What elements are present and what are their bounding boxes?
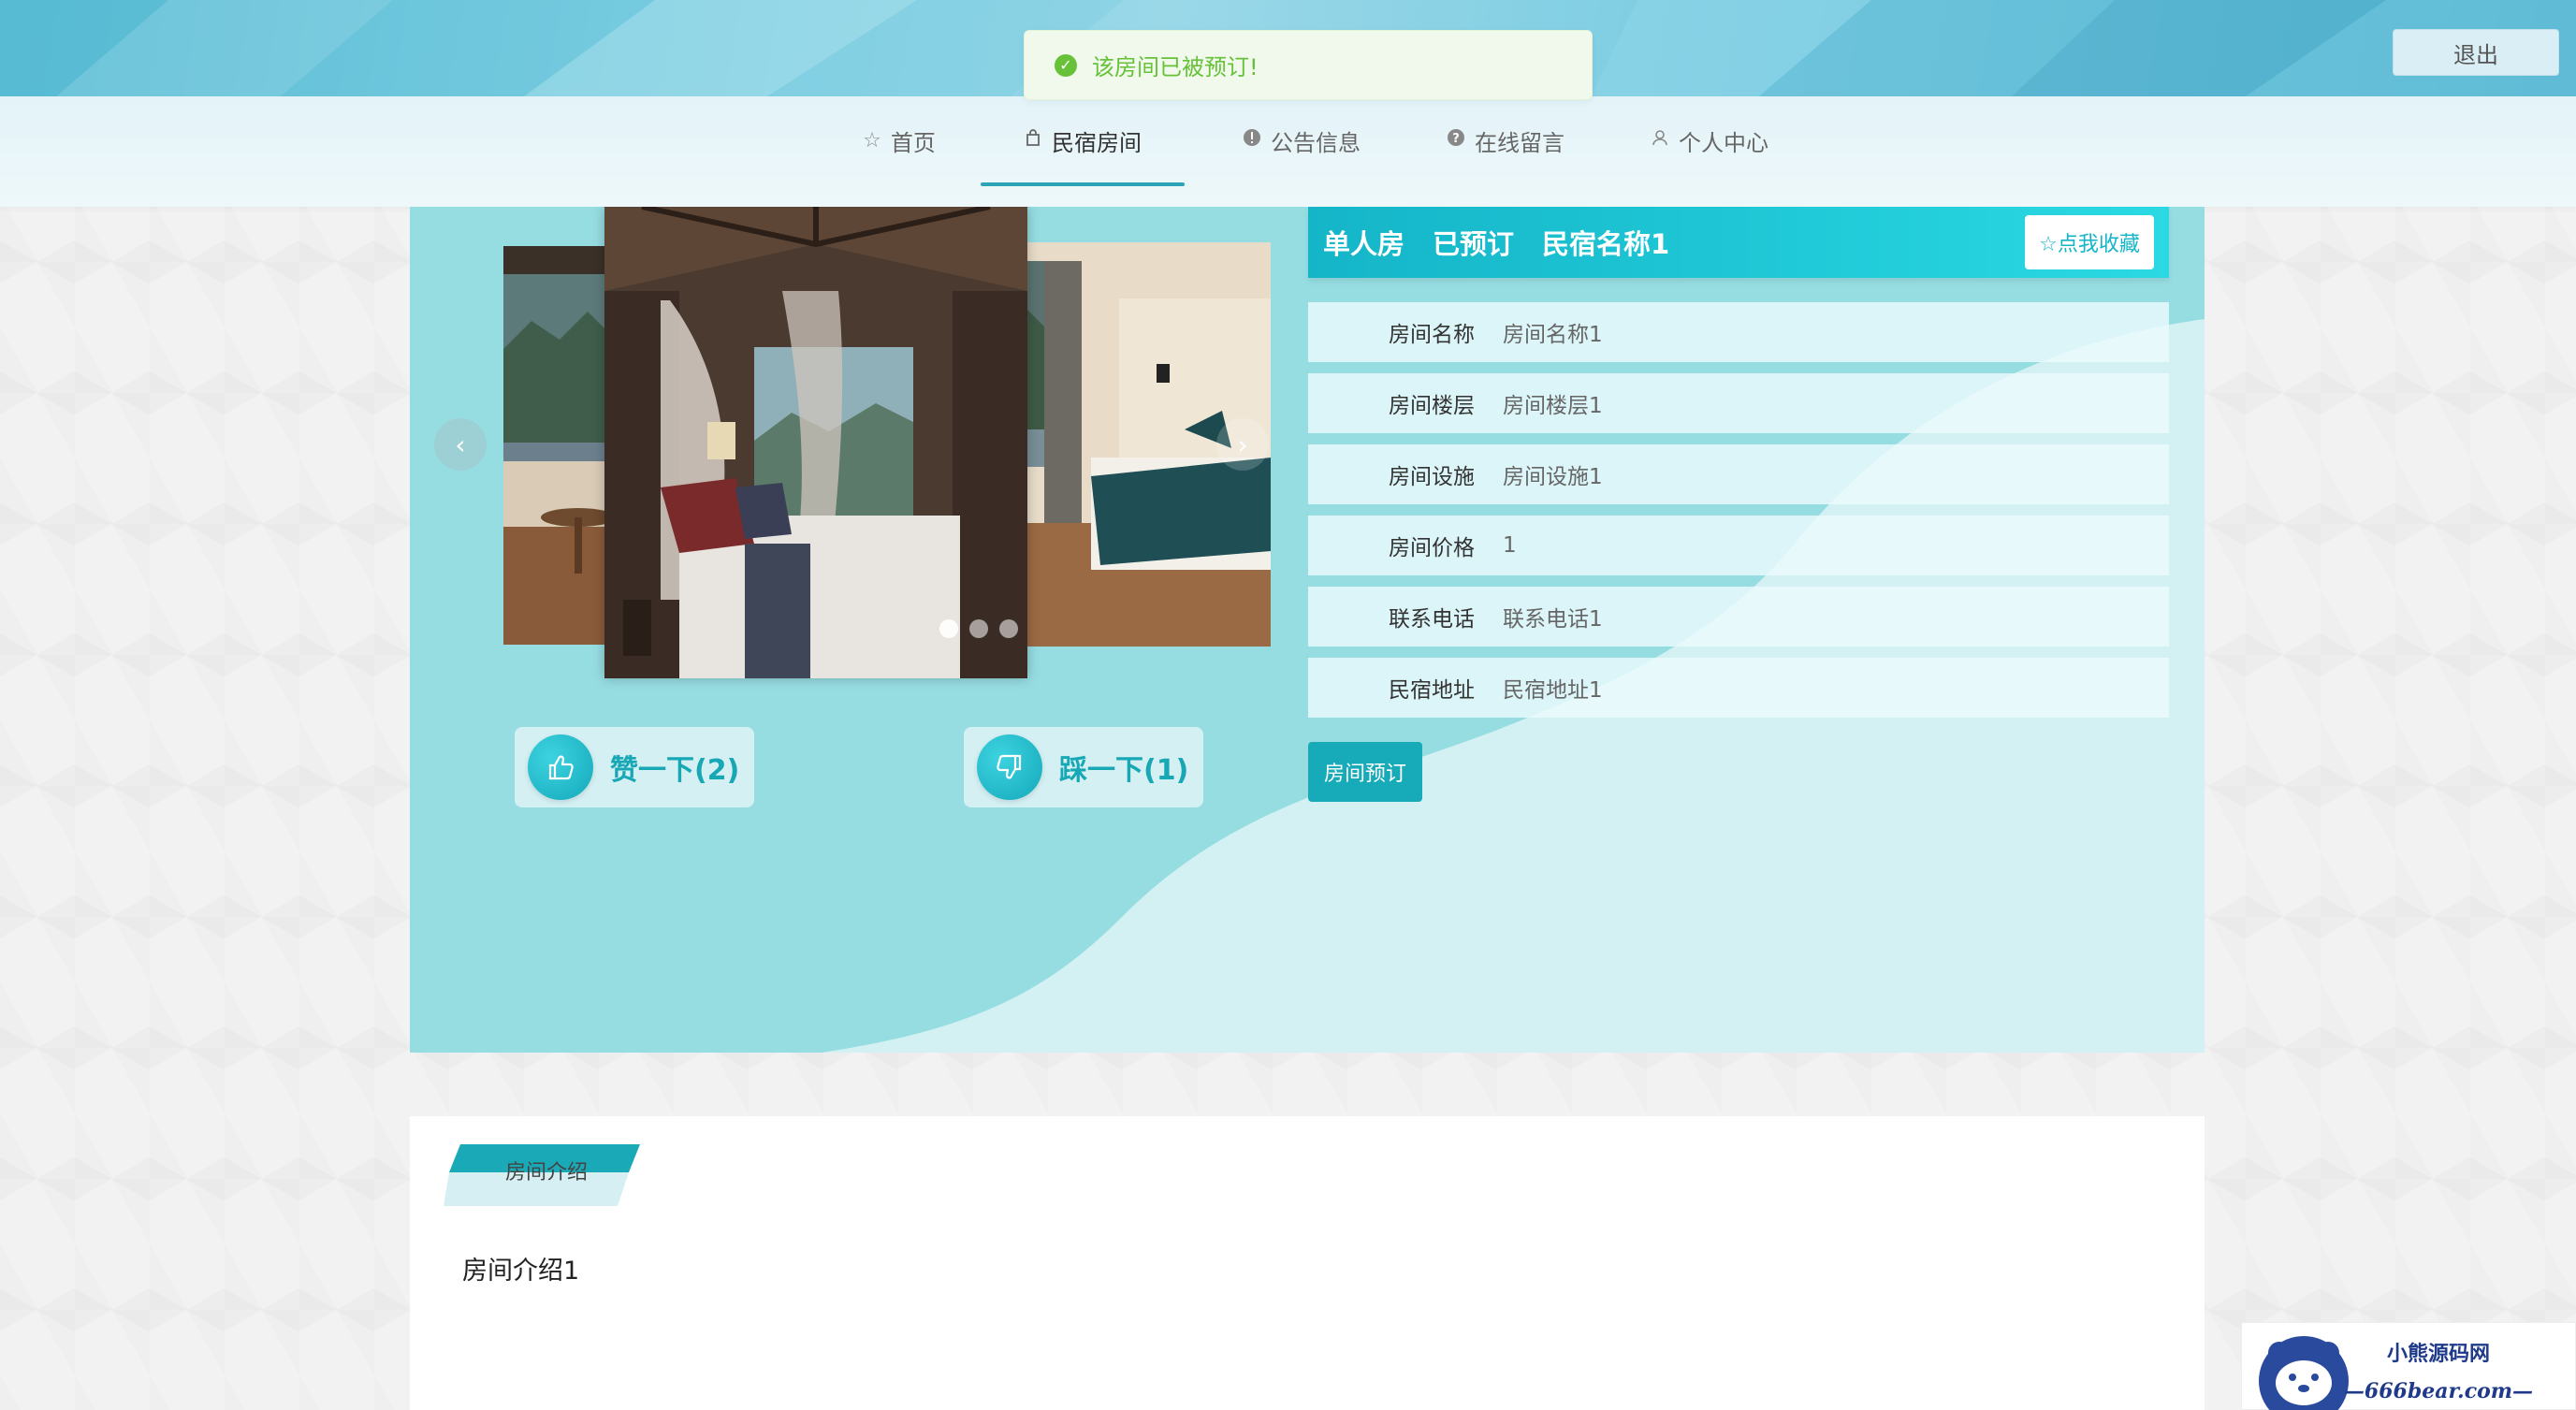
nav-item-rooms[interactable]: 民宿房间 (981, 96, 1185, 186)
dislike-label: 踩一下(1) (1059, 754, 1189, 787)
svg-text:—666bear.com—: —666bear.com— (2344, 1379, 2533, 1403)
info-row-price: 房间价格 1 (1308, 516, 2169, 575)
field-label: 房间设施 (1389, 465, 1475, 489)
like-label: 赞一下(2) (610, 754, 740, 787)
carousel-slide-active[interactable] (604, 207, 1027, 678)
field-value: 民宿地址1 (1503, 678, 1603, 703)
exclamation-icon (1243, 128, 1261, 153)
nav-item-notices[interactable]: 公告信息 (1200, 96, 1404, 184)
carousel-prev-button[interactable]: ‹ (434, 418, 487, 471)
field-label: 房间价格 (1389, 536, 1475, 560)
like-button[interactable]: 赞一下(2) (515, 727, 754, 807)
room-photo (604, 207, 1027, 678)
room-intro-panel: 房间介绍 房间介绍1 (410, 1116, 2205, 1410)
field-value: 联系电话1 (1503, 607, 1603, 632)
carousel-next-button[interactable]: › (1216, 418, 1269, 471)
logout-button[interactable]: 退出 (2393, 29, 2559, 76)
nav-item-label: 民宿房间 (1052, 129, 1142, 156)
nav-item-label: 个人中心 (1679, 129, 1768, 156)
toast-message: 该房间已被预订! (1092, 54, 1259, 80)
carousel-indicators (939, 619, 1018, 638)
nav-item-label: 在线留言 (1475, 129, 1565, 156)
chevron-left-icon: ‹ (455, 429, 466, 460)
room-image-carousel[interactable]: ‹ › (434, 207, 1271, 678)
room-status: 已预订 (1433, 228, 1515, 260)
info-row-facilities: 房间设施 房间设施1 (1308, 444, 2169, 504)
field-value: 1 (1503, 533, 1517, 558)
dislike-button[interactable]: 踩一下(1) (964, 727, 1203, 807)
info-row-name: 房间名称 房间名称1 (1308, 302, 2169, 362)
nav-item-profile[interactable]: 个人中心 (1608, 96, 1812, 184)
carousel-dot[interactable] (969, 619, 988, 638)
field-label: 联系电话 (1389, 607, 1475, 632)
intro-text: 房间介绍1 (462, 1257, 580, 1286)
room-info-list: 房间名称 房间名称1 房间楼层 房间楼层1 房间设施 房间设施1 房间价格 1 … (1308, 302, 2169, 729)
question-icon: ? (1447, 128, 1465, 153)
thumbs-down-icon (977, 734, 1042, 800)
star-icon: ☆ (863, 128, 881, 153)
info-row-floor: 房间楼层 房间楼层1 (1308, 373, 2169, 433)
nav-item-home[interactable]: ☆ 首页 (797, 96, 1001, 184)
carousel-dot[interactable] (999, 619, 1018, 638)
nav-item-label: 首页 (890, 129, 936, 156)
info-row-address: 民宿地址 民宿地址1 (1308, 658, 2169, 718)
carousel-dot[interactable] (939, 619, 958, 638)
nav-item-messages[interactable]: ? 在线留言 (1404, 96, 1608, 184)
field-value: 房间设施1 (1503, 465, 1603, 489)
field-label: 民宿地址 (1389, 678, 1475, 703)
room-type: 单人房 (1323, 228, 1405, 260)
intro-tab: 房间介绍 (444, 1144, 649, 1206)
thumbs-up-icon (528, 734, 593, 800)
watermark-logo: 小熊源码网 —666bear.com— (2241, 1322, 2576, 1410)
room-detail-panel: ‹ › 赞一下(2) 踩一下(1) 单人房 已预订 民宿名称1 ☆点我收藏 房间… (410, 207, 2205, 1053)
user-icon (1651, 128, 1669, 153)
room-info-header: 单人房 已预订 民宿名称1 ☆点我收藏 (1308, 207, 2169, 278)
svg-text:?: ? (1452, 132, 1460, 146)
field-value: 房间名称1 (1503, 323, 1603, 347)
room-title: 民宿名称1 (1542, 228, 1670, 260)
bag-icon (1024, 128, 1042, 153)
favorite-button[interactable]: ☆点我收藏 (2025, 215, 2154, 269)
field-label: 房间楼层 (1389, 394, 1475, 418)
success-toast: ✓ 该房间已被预订! (1024, 30, 1593, 100)
book-room-button[interactable]: 房间预订 (1308, 742, 1422, 802)
nav-item-label: 公告信息 (1271, 129, 1361, 156)
field-label: 房间名称 (1389, 323, 1475, 347)
chevron-right-icon: › (1237, 429, 1248, 460)
intro-tab-label: 房间介绍 (504, 1161, 588, 1185)
info-row-phone: 联系电话 联系电话1 (1308, 587, 2169, 647)
main-nav: ☆ 首页 民宿房间 公告信息 ? 在线留言 个人中心 (0, 96, 2576, 207)
field-value: 房间楼层1 (1503, 394, 1603, 418)
check-circle-icon: ✓ (1055, 53, 1077, 77)
svg-text:小熊源码网: 小熊源码网 (2387, 1342, 2490, 1366)
